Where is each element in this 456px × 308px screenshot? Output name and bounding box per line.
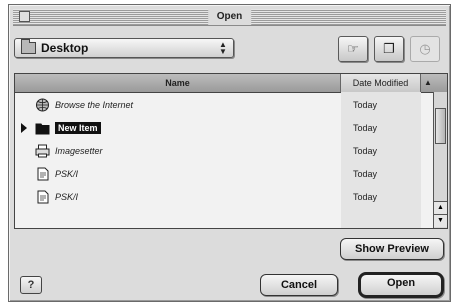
file-name: PSK/I xyxy=(55,169,79,179)
desktop-folder-icon xyxy=(21,39,36,54)
document-icon xyxy=(37,190,49,204)
list-item[interactable]: Imagesetter Today xyxy=(15,142,421,161)
file-date: Today xyxy=(353,146,378,156)
file-name: Browse the Internet xyxy=(55,100,134,110)
show-preview-button[interactable]: Show Preview xyxy=(340,238,444,260)
list-item[interactable]: PSK/I Today xyxy=(15,165,421,184)
document-icon xyxy=(37,167,49,181)
list-item[interactable]: PSK/I Today xyxy=(15,188,421,207)
shortcuts-button[interactable]: ☞ xyxy=(338,36,368,62)
recent-button[interactable]: ◷ xyxy=(410,36,440,62)
sort-order-icon[interactable]: ▲ xyxy=(421,74,435,92)
file-name: PSK/I xyxy=(55,192,79,202)
folder-icon xyxy=(35,123,50,135)
file-rows: Browse the Internet Today New Item Today… xyxy=(15,92,435,228)
file-name: Imagesetter xyxy=(55,146,103,156)
file-date: Today xyxy=(353,169,378,179)
close-box[interactable] xyxy=(19,11,30,22)
open-button[interactable]: Open xyxy=(358,272,444,298)
window-title: Open xyxy=(207,9,252,25)
file-date: Today xyxy=(353,100,378,110)
scroll-thumb[interactable] xyxy=(435,108,446,144)
popup-arrows-icon: ▲ ▼ xyxy=(219,40,227,56)
recent-icon: ◷ xyxy=(419,41,431,56)
list-header: Name Date Modified ▲ xyxy=(15,74,447,93)
list-item[interactable]: Browse the Internet Today xyxy=(15,96,421,115)
title-bar[interactable]: Open xyxy=(13,9,446,26)
favorites-icon: ❐ xyxy=(383,41,395,56)
globe-icon xyxy=(36,98,49,112)
date-column-header[interactable]: Date Modified xyxy=(341,74,421,92)
scroll-down-arrow-icon[interactable]: ▼ xyxy=(434,214,447,227)
vertical-scrollbar[interactable]: ▲ ▼ xyxy=(433,92,447,228)
favorites-button[interactable]: ❐ xyxy=(374,36,404,62)
disclosure-triangle-icon[interactable] xyxy=(21,123,27,133)
file-list[interactable]: Name Date Modified ▲ Browse the Internet… xyxy=(14,73,448,229)
cancel-button[interactable]: Cancel xyxy=(260,274,338,296)
name-column-header[interactable]: Name xyxy=(15,74,341,92)
location-popup-label: Desktop xyxy=(41,41,89,55)
location-popup[interactable]: Desktop ▲ ▼ xyxy=(14,38,234,58)
help-button[interactable]: ? xyxy=(20,276,42,294)
printer-icon xyxy=(35,144,50,158)
help-icon: ? xyxy=(27,279,35,291)
file-date: Today xyxy=(353,123,378,133)
file-date: Today xyxy=(353,192,378,202)
scroll-up-arrow-icon[interactable]: ▲ xyxy=(434,201,447,214)
list-item[interactable]: New Item Today xyxy=(15,119,421,138)
shortcuts-icon: ☞ xyxy=(347,41,359,56)
file-name: New Item xyxy=(55,122,101,134)
